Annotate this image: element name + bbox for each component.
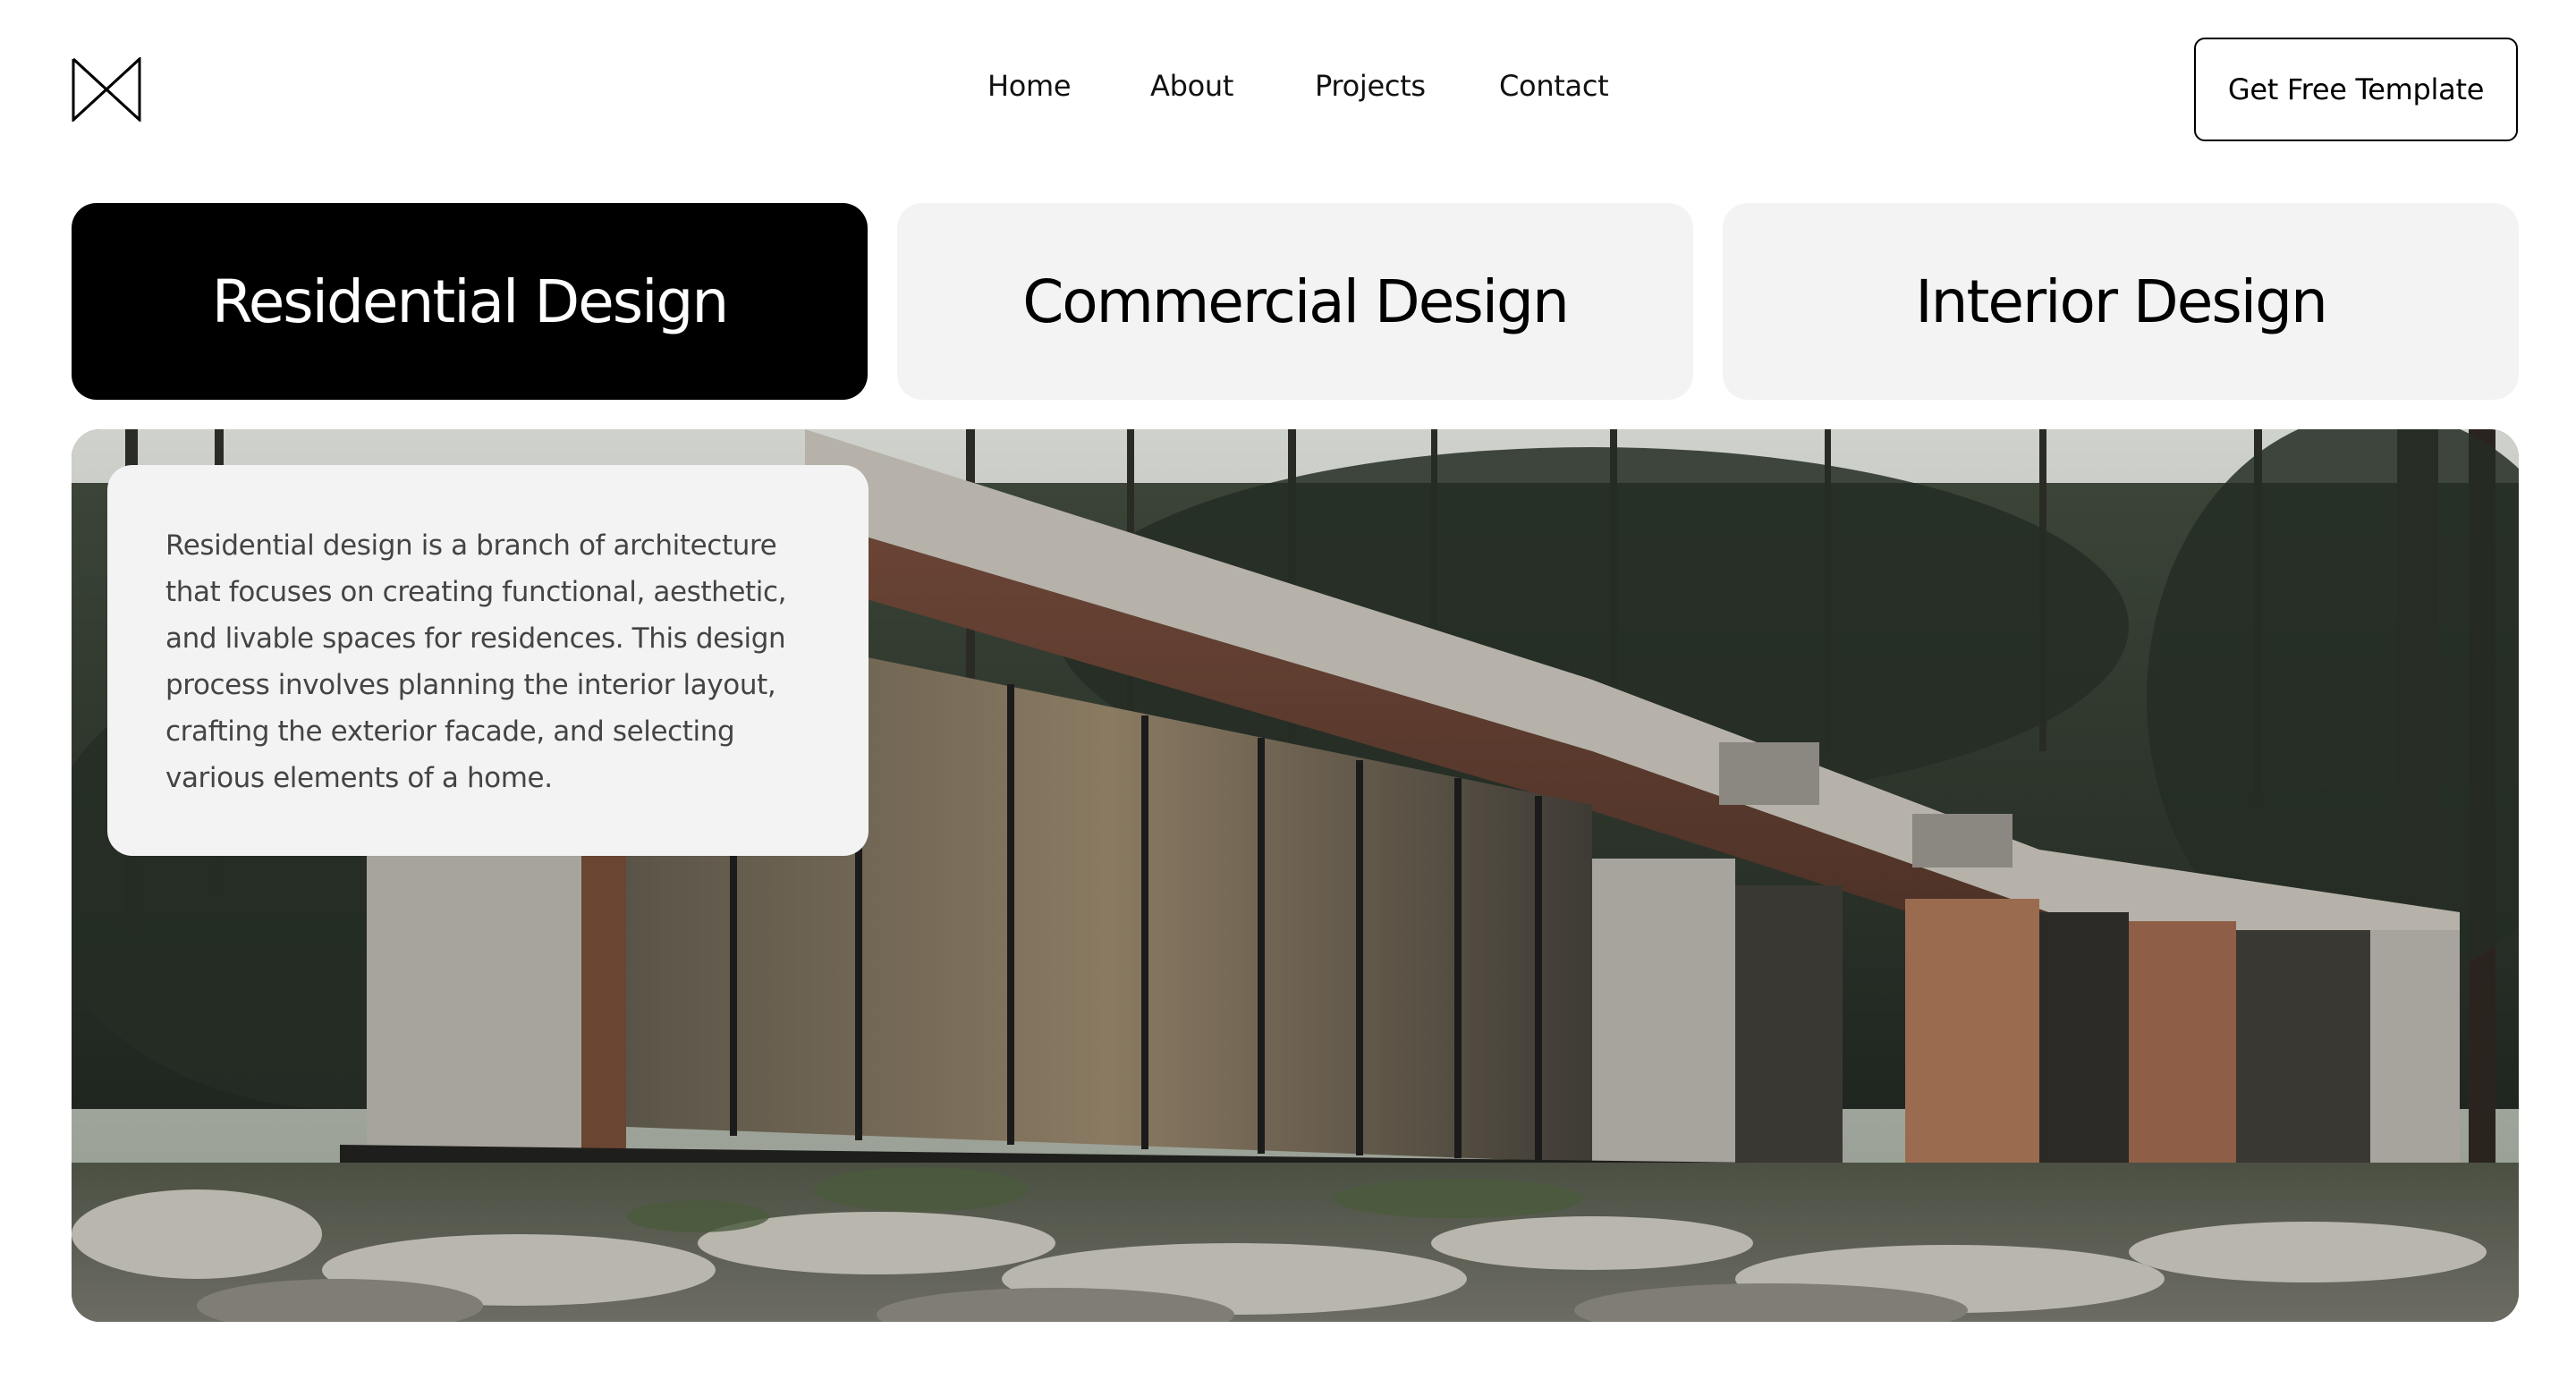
nav-item-projects[interactable]: Projects <box>1315 69 1426 103</box>
tab-interior-design[interactable]: Interior Design <box>1723 203 2519 400</box>
hero-image-panel: Residential design is a branch of archit… <box>72 429 2519 1322</box>
nav-item-contact[interactable]: Contact <box>1499 69 1609 103</box>
tab-commercial-design[interactable]: Commercial Design <box>897 203 1693 400</box>
site-header: Home About Projects Contact Get Free Tem… <box>0 0 2576 179</box>
get-free-template-button[interactable]: Get Free Template <box>2194 38 2518 141</box>
bowtie-logo-icon[interactable] <box>72 55 141 123</box>
nav-item-about[interactable]: About <box>1150 69 1233 103</box>
design-category-tabs: Residential Design Commercial Design Int… <box>72 203 2519 400</box>
tab-residential-design[interactable]: Residential Design <box>72 203 868 400</box>
description-text: Residential design is a branch of archit… <box>165 529 787 794</box>
nav-item-home[interactable]: Home <box>987 69 1072 103</box>
description-card: Residential design is a branch of archit… <box>107 465 869 856</box>
